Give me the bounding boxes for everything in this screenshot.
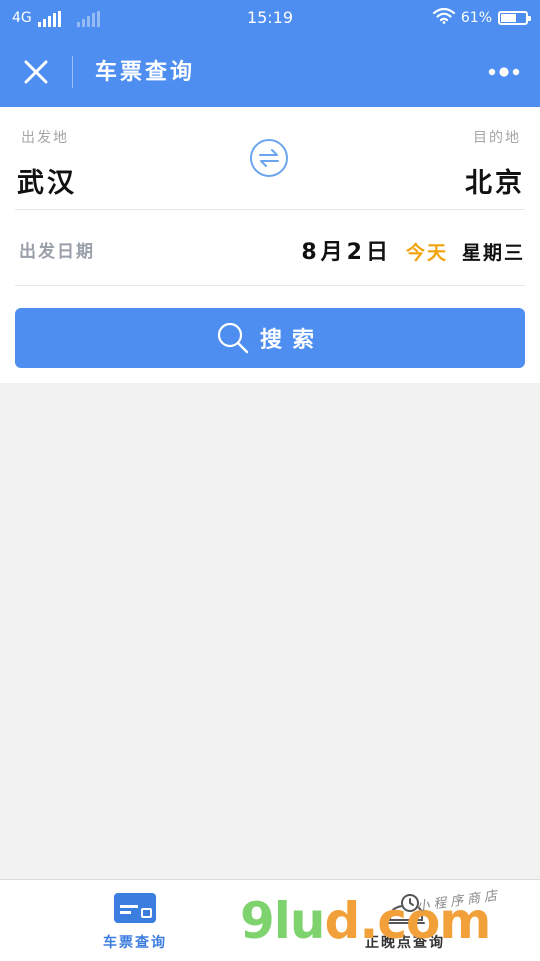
from-caption: 出发地: [21, 130, 69, 146]
battery-percent: 61%: [460, 10, 492, 26]
tab-ticket-query[interactable]: 车票查询: [60, 880, 210, 961]
tab-delay-label: 正晚点查询: [365, 935, 445, 951]
battery-icon: [498, 11, 531, 25]
swap-stations-button[interactable]: [250, 139, 288, 177]
station-row: 出发地 武汉 目的地 北京: [15, 107, 525, 210]
date-caption: 出发日期: [19, 242, 95, 262]
tab-delay-query[interactable]: 正晚点查询: [330, 880, 480, 961]
close-icon: [24, 60, 48, 84]
to-station[interactable]: 北京: [465, 161, 525, 200]
search-button[interactable]: 搜索: [15, 308, 525, 368]
more-icon: [488, 67, 520, 77]
status-bar: 4G 15:19 61%: [0, 0, 540, 36]
top-bar: 4G 15:19 61% 车票查询: [0, 0, 540, 107]
header-divider: [72, 56, 73, 88]
close-button[interactable]: [18, 54, 54, 90]
ticket-card-icon: [113, 892, 157, 928]
departure-date-row[interactable]: 出发日期 8月2日 今天 星期三: [15, 210, 525, 286]
search-icon: [217, 322, 249, 354]
to-caption: 目的地: [473, 130, 521, 146]
tab-ticket-label: 车票查询: [103, 935, 167, 951]
page-title: 车票查询: [95, 59, 196, 85]
nav-header: 车票查询: [0, 36, 540, 107]
weekday: 星期三: [461, 242, 525, 264]
query-form: 出发地 武汉 目的地 北京 出发日期 8月2日 今天 星期三 搜索: [0, 107, 540, 383]
date-value: 8月2日 今天 星期三: [301, 234, 525, 266]
search-label: 搜索: [259, 328, 324, 353]
delay-query-icon: [384, 892, 426, 930]
tab-bar: 车票查询 正晚点查询: [0, 879, 540, 961]
status-right: 61%: [432, 7, 531, 28]
wifi-icon: [432, 7, 455, 28]
today-badge: 今天: [405, 242, 448, 264]
more-button[interactable]: [486, 58, 522, 86]
date-main: 8月2日: [301, 240, 392, 265]
swap-arrows-icon: [259, 149, 279, 167]
from-station[interactable]: 武汉: [17, 161, 77, 200]
